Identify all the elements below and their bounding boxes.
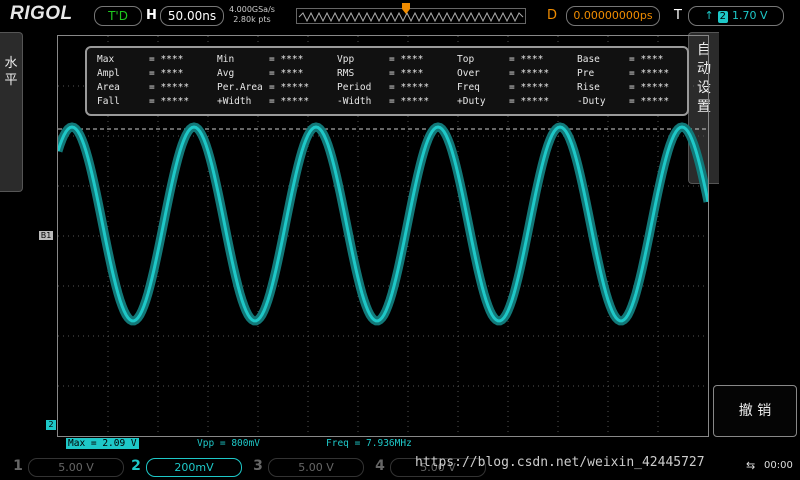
measurement-label: Vpp bbox=[337, 54, 355, 65]
measurement-value: = ***** bbox=[629, 96, 670, 107]
measurement-value: = ***** bbox=[269, 96, 310, 107]
measurement-label: Ampl bbox=[97, 68, 120, 79]
measurement-value: = ***** bbox=[149, 96, 190, 107]
measurement-value: = **** bbox=[269, 54, 304, 65]
ground-ref-marker[interactable]: 2 bbox=[46, 420, 56, 430]
undo-button[interactable]: 撤 销 bbox=[713, 385, 797, 437]
measurement-value: = **** bbox=[269, 68, 304, 79]
freq-readout: Freq = 7.936MHz bbox=[326, 438, 412, 449]
measurement-label: Min bbox=[217, 54, 235, 65]
measurement-label: +Width bbox=[217, 96, 252, 107]
max-readout-text: Max = 2.09 V bbox=[66, 438, 139, 449]
measurement-label: Pre bbox=[577, 68, 595, 79]
acquisition-info: 4.000GSa/s 2.80k pts bbox=[229, 5, 275, 25]
measurement-value: = ***** bbox=[509, 82, 550, 93]
memory-waveform-icon bbox=[298, 11, 524, 23]
measurement-label: -Duty bbox=[577, 96, 606, 107]
measurement-value: = **** bbox=[509, 54, 544, 65]
channel-scale: 5.00 V bbox=[268, 458, 364, 477]
measurement-value: = ***** bbox=[509, 96, 550, 107]
measurement-label: Over bbox=[457, 68, 480, 79]
measurement-panel: Max = **** Min = **** Vpp = **** Top = **** Base… bbox=[85, 46, 689, 116]
top-status-bar: RIGOL T'D H 50.00ns 4.000GSa/s 2.80k pts… bbox=[0, 0, 800, 30]
channel-ref-marker[interactable]: B1 bbox=[39, 231, 53, 240]
measurement-value: = ***** bbox=[389, 82, 430, 93]
measurement-value: = **** bbox=[389, 54, 424, 65]
delay-value[interactable]: 0.00000000ps bbox=[566, 6, 660, 26]
measurement-value: = **** bbox=[629, 54, 664, 65]
horizontal-menu-tab[interactable]: 水平 bbox=[0, 32, 23, 192]
measurement-value: = ***** bbox=[629, 82, 670, 93]
trigger-level: 1.70 V bbox=[732, 9, 768, 22]
timebase-value[interactable]: 50.00ns bbox=[160, 6, 224, 26]
measurement-value: = **** bbox=[389, 68, 424, 79]
waveform-trace bbox=[56, 125, 710, 323]
measurement-label: Area bbox=[97, 82, 120, 93]
channel-number: 1 bbox=[13, 458, 23, 474]
measurement-value: = ***** bbox=[629, 68, 670, 79]
measurement-value: = ***** bbox=[269, 82, 310, 93]
channel-3-button[interactable]: 3 5.00 V bbox=[250, 457, 364, 477]
trigger-edge-icon: ↑ bbox=[704, 9, 714, 22]
measurement-value: = ***** bbox=[509, 68, 550, 79]
clock: 00:00 bbox=[764, 460, 793, 471]
measurement-label: Max bbox=[97, 54, 115, 65]
channel-number: 3 bbox=[253, 458, 263, 474]
trigger-status[interactable]: T'D bbox=[94, 6, 142, 26]
measurement-label: Top bbox=[457, 54, 475, 65]
delay-marker-icon bbox=[402, 3, 410, 14]
trigger-label: T bbox=[674, 8, 682, 23]
measurement-value: = **** bbox=[149, 54, 184, 65]
measurement-label: Base bbox=[577, 54, 600, 65]
max-readout: Max = 2.09 V bbox=[66, 437, 139, 450]
usb-icon: ⇆ bbox=[746, 459, 756, 472]
trigger-setting[interactable]: ↑ 2 1.70 V bbox=[688, 6, 784, 26]
channel-1-button[interactable]: 1 5.00 V bbox=[10, 457, 124, 477]
measurement-label: Per.Area bbox=[217, 82, 263, 93]
channel-2-button[interactable]: 2 200mV bbox=[128, 457, 242, 477]
horizontal-label: H bbox=[146, 8, 157, 23]
measurement-label: +Duty bbox=[457, 96, 486, 107]
measurement-label: Fall bbox=[97, 96, 120, 107]
measurement-label: Rise bbox=[577, 82, 600, 93]
memory-overview bbox=[296, 8, 526, 24]
measurement-label: Avg bbox=[217, 68, 235, 79]
channel-number: 2 bbox=[131, 458, 141, 474]
measurement-value: = ***** bbox=[149, 82, 190, 93]
trigger-channel: 2 bbox=[717, 11, 729, 23]
channel-number: 4 bbox=[375, 458, 385, 474]
sample-rate: 4.000GSa/s bbox=[229, 5, 275, 14]
measurement-label: Freq bbox=[457, 82, 480, 93]
delay-label: D bbox=[547, 8, 558, 23]
measurement-label: RMS bbox=[337, 68, 355, 79]
channel-bar: 1 5.00 V 2 200mV 3 5.00 V 4 5.00 V https… bbox=[0, 453, 800, 480]
watermark-url: https://blog.csdn.net/weixin_42445727 bbox=[415, 455, 705, 470]
channel-scale: 200mV bbox=[146, 458, 242, 477]
channel-scale: 5.00 V bbox=[28, 458, 124, 477]
horizontal-menu-label: 水平 bbox=[4, 56, 18, 88]
memory-depth: 2.80k pts bbox=[233, 15, 271, 24]
measurement-label: -Width bbox=[337, 96, 372, 107]
measurement-label: Period bbox=[337, 82, 372, 93]
vpp-readout: Vpp = 800mV bbox=[197, 438, 260, 449]
measurement-value: = ***** bbox=[389, 96, 430, 107]
measurement-value: = **** bbox=[149, 68, 184, 79]
rigol-logo: RIGOL bbox=[10, 3, 73, 24]
